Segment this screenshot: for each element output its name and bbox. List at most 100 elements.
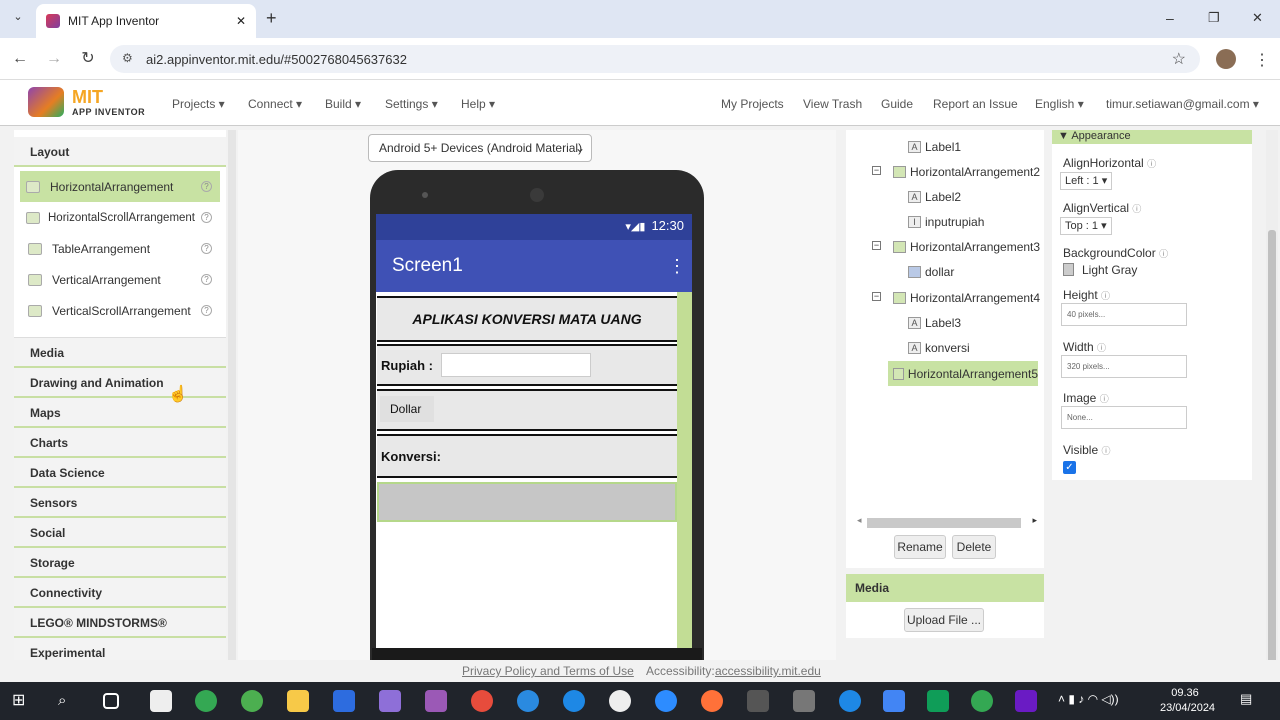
- tree-node-horizontalarrangement4[interactable]: HorizontalArrangement4: [893, 285, 1040, 310]
- menu-build[interactable]: Build ▾: [325, 97, 361, 111]
- system-tray-icons[interactable]: ˄ ▮ ♪ ◠ ◁)): [1058, 692, 1119, 706]
- browser-menu-icon[interactable]: ⋮: [1254, 50, 1270, 70]
- app-icon-4[interactable]: [517, 690, 539, 712]
- link-view-trash[interactable]: View Trash: [803, 97, 862, 111]
- palette-category-sensors[interactable]: Sensors: [14, 488, 226, 518]
- notification-icon[interactable]: ▤: [1240, 691, 1252, 707]
- visual-studio-icon[interactable]: [1015, 690, 1037, 712]
- prop-image-input[interactable]: None...: [1061, 406, 1187, 429]
- scroll-left-icon[interactable]: ◂: [857, 515, 862, 526]
- app-icon-3[interactable]: [471, 690, 493, 712]
- palette-scrollbar[interactable]: [228, 130, 236, 660]
- chrome-active-icon[interactable]: [971, 690, 993, 712]
- language-menu[interactable]: English ▾: [1035, 97, 1084, 111]
- palette-category-charts[interactable]: Charts: [14, 428, 226, 458]
- palette-category-experimental[interactable]: Experimental: [14, 638, 226, 660]
- color-swatch[interactable]: [1063, 263, 1074, 276]
- help-icon[interactable]: ?: [201, 212, 212, 223]
- scroll-thumb[interactable]: [867, 518, 1021, 528]
- scroll-right-icon[interactable]: ▸: [1032, 515, 1037, 526]
- tree-node-horizontalarrangement2[interactable]: HorizontalArrangement2: [893, 159, 1040, 184]
- close-tab-icon[interactable]: ✕: [236, 14, 246, 28]
- reload-icon[interactable]: ↻: [76, 48, 100, 72]
- chrome-alt-icon[interactable]: [241, 690, 263, 712]
- prop-width-input[interactable]: 320 pixels...: [1061, 355, 1187, 378]
- help-icon[interactable]: ⓘ: [1101, 446, 1110, 456]
- palette-category-social[interactable]: Social: [14, 518, 226, 548]
- tree-node-label2[interactable]: A Label2: [908, 184, 961, 209]
- tree-node-label3[interactable]: A Label3: [908, 310, 961, 335]
- delete-button[interactable]: Delete: [952, 535, 996, 559]
- help-icon[interactable]: ⓘ: [1132, 204, 1141, 214]
- task-view-icon[interactable]: [103, 693, 119, 709]
- upload-file-button[interactable]: Upload File ...: [904, 608, 984, 632]
- component-dollar-button[interactable]: Dollar: [380, 396, 434, 422]
- palette-item-verticalarrangement[interactable]: VerticalArrangement?: [14, 264, 226, 295]
- collapse-icon[interactable]: −: [872, 292, 881, 301]
- tree-node-dollar[interactable]: dollar: [908, 259, 954, 284]
- prop-height-input[interactable]: 40 pixels...: [1061, 303, 1187, 326]
- accessibility-link[interactable]: accessibility.mit.edu: [715, 664, 821, 678]
- account-menu[interactable]: timur.setiawan@gmail.com ▾: [1106, 97, 1259, 111]
- search-icon[interactable]: ⌕: [58, 690, 80, 712]
- tree-node-horizontalarrangement5[interactable]: HorizontalArrangement5: [888, 361, 1038, 386]
- palette-category-maps[interactable]: Maps: [14, 398, 226, 428]
- capcut-icon[interactable]: [150, 690, 172, 712]
- taskbar-clock[interactable]: 09.36 23/04/2024: [1160, 686, 1215, 716]
- menu-help[interactable]: Help ▾: [461, 97, 495, 111]
- back-icon[interactable]: ←: [8, 48, 32, 72]
- help-icon[interactable]: ⓘ: [1147, 159, 1156, 169]
- palette-item-horizontalscrollarrangement[interactable]: HorizontalScrollArrangement?: [14, 202, 226, 233]
- forward-icon[interactable]: →: [42, 48, 66, 72]
- help-icon[interactable]: ?: [201, 243, 212, 254]
- file-explorer-icon[interactable]: [287, 690, 309, 712]
- help-icon[interactable]: ⓘ: [1097, 343, 1106, 353]
- clock-app-icon[interactable]: [609, 690, 631, 712]
- app-icon-1[interactable]: [379, 690, 401, 712]
- prop-alignvertical-select[interactable]: Top : 1 ▾: [1060, 217, 1112, 235]
- collapse-icon[interactable]: −: [872, 241, 881, 250]
- profile-avatar[interactable]: [1216, 49, 1236, 69]
- browser-tab[interactable]: MIT App Inventor ✕: [36, 4, 256, 38]
- help-icon[interactable]: ?: [201, 274, 212, 285]
- minimize-button[interactable]: –: [1166, 10, 1174, 26]
- component-horizontalarrangement4[interactable]: Konversi:: [377, 434, 677, 478]
- privacy-link[interactable]: Privacy Policy and Terms of Use: [462, 664, 634, 678]
- prop-backgroundcolor-value[interactable]: Light Gray: [1082, 263, 1137, 277]
- component-label3[interactable]: Konversi:: [381, 449, 441, 464]
- sheets-icon[interactable]: [927, 690, 949, 712]
- site-info-icon[interactable]: ⚙: [122, 51, 133, 65]
- palette-category-media[interactable]: Media: [14, 338, 226, 368]
- restore-button[interactable]: ❐: [1208, 10, 1220, 26]
- link-my-projects[interactable]: My Projects: [721, 97, 784, 111]
- screen-title-bar[interactable]: Screen1: [376, 240, 692, 292]
- help-icon[interactable]: ⓘ: [1101, 291, 1110, 301]
- phone-app-icon[interactable]: [563, 690, 585, 712]
- app-icon-6[interactable]: [793, 690, 815, 712]
- tab-search-icon[interactable]: ⌄: [10, 10, 26, 26]
- bookmark-star-icon[interactable]: ☆: [1172, 49, 1186, 69]
- tree-node-horizontalarrangement3[interactable]: HorizontalArrangement3: [893, 234, 1040, 259]
- dev-app-icon[interactable]: [333, 690, 355, 712]
- component-horizontalarrangement5[interactable]: [377, 482, 677, 522]
- palette-item-horizontalarrangement[interactable]: HorizontalArrangement?: [20, 171, 220, 202]
- app-icon-2[interactable]: [425, 690, 447, 712]
- collapse-icon[interactable]: −: [872, 166, 881, 175]
- mit-app-inventor-logo[interactable]: MIT APP INVENTOR: [28, 85, 178, 121]
- help-icon[interactable]: ?: [201, 305, 212, 316]
- new-tab-button[interactable]: +: [266, 8, 277, 29]
- page-scrollbar[interactable]: [1266, 130, 1278, 685]
- link-guide[interactable]: Guide: [881, 97, 913, 111]
- menu-projects[interactable]: Projects ▾: [172, 97, 225, 111]
- component-inputrupiah[interactable]: [441, 353, 591, 377]
- close-window-button[interactable]: ✕: [1252, 10, 1263, 26]
- tree-horizontal-scrollbar[interactable]: ◂ ▸: [857, 515, 1037, 529]
- docs-icon[interactable]: [883, 690, 905, 712]
- help-icon[interactable]: ?: [201, 181, 212, 192]
- palette-category-lego[interactable]: LEGO® MINDSTORMS®: [14, 608, 226, 638]
- menu-settings[interactable]: Settings ▾: [385, 97, 438, 111]
- help-icon[interactable]: ⓘ: [1159, 249, 1168, 259]
- palette-category-layout[interactable]: Layout: [14, 137, 226, 167]
- address-bar[interactable]: ⚙ ai2.appinventor.mit.edu/#5002768045637…: [110, 45, 1200, 73]
- palette-category-storage[interactable]: Storage: [14, 548, 226, 578]
